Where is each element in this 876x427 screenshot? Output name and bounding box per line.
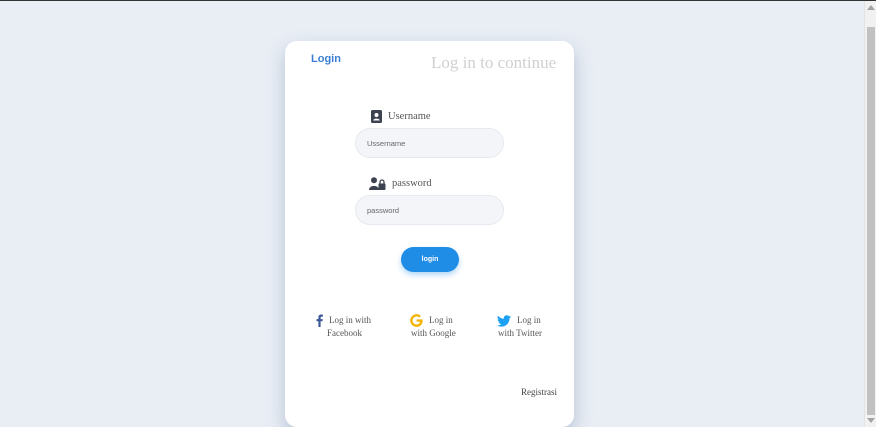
- scrollbar-thumb[interactable]: [867, 27, 875, 415]
- google-login-line2: with Google: [411, 328, 456, 338]
- password-label: password: [369, 177, 432, 190]
- login-button[interactable]: login: [401, 247, 459, 272]
- twitter-login-link[interactable]: Log in with Twitter: [497, 314, 542, 340]
- facebook-login-link[interactable]: Log in with Facebook: [316, 314, 371, 340]
- facebook-login-line2: Facebook: [327, 328, 362, 338]
- google-login-link[interactable]: Log in with Google: [410, 314, 456, 340]
- google-login-line1: Log in: [429, 315, 453, 325]
- facebook-icon: [316, 314, 323, 327]
- user-lock-icon: [369, 177, 386, 190]
- username-label-text: Username: [388, 111, 431, 122]
- twitter-login-line2: with Twitter: [498, 328, 542, 338]
- scroll-up-icon[interactable]: [867, 5, 875, 10]
- username-label: Username: [371, 110, 431, 123]
- twitter-icon: [497, 315, 511, 327]
- login-card: Login Log in to continue Username passwo…: [285, 41, 574, 427]
- username-input[interactable]: [355, 128, 504, 158]
- user-card-icon: [371, 110, 382, 123]
- password-label-text: password: [392, 178, 432, 189]
- vertical-scrollbar[interactable]: [864, 1, 876, 427]
- window-top-border: [0, 0, 876, 1]
- scroll-down-icon[interactable]: [867, 418, 875, 423]
- register-link[interactable]: Registrasi: [521, 387, 557, 397]
- page-heading: Log in to continue: [431, 53, 557, 72]
- facebook-login-line1: Log in with: [329, 315, 371, 325]
- google-icon: [410, 314, 423, 327]
- login-tab[interactable]: Login: [311, 53, 341, 65]
- password-input[interactable]: [355, 195, 504, 225]
- twitter-login-line1: Log in: [517, 315, 541, 325]
